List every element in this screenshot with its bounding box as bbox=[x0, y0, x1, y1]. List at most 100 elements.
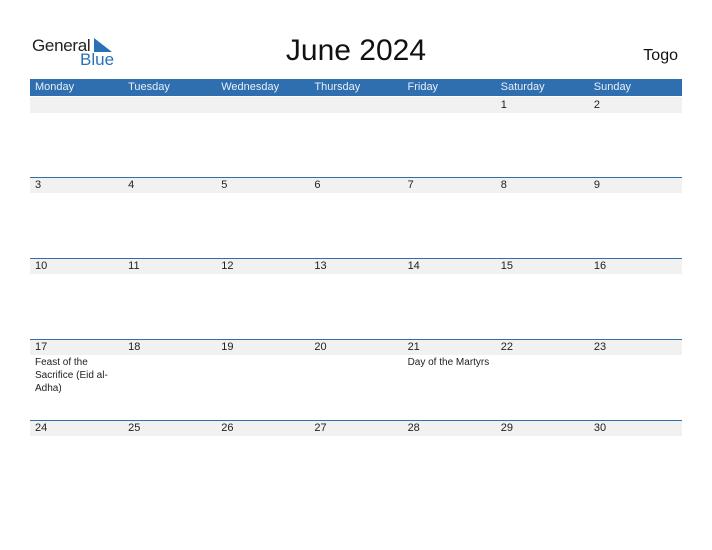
day-cell bbox=[123, 97, 216, 178]
week-row: 10 11 12 13 14 15 16 bbox=[30, 258, 682, 339]
day-number bbox=[314, 97, 402, 113]
day-number: 18 bbox=[128, 341, 141, 353]
holiday-event bbox=[594, 355, 678, 356]
day-cell bbox=[216, 97, 309, 178]
holiday-event bbox=[314, 436, 398, 437]
day-number: 12 bbox=[221, 260, 234, 272]
day-number: 27 bbox=[314, 422, 327, 434]
day-number: 19 bbox=[221, 341, 234, 353]
day-number: 21 bbox=[407, 341, 420, 353]
day-cell: 28 bbox=[403, 420, 496, 501]
holiday-event bbox=[128, 436, 212, 437]
day-cell: 5 bbox=[216, 177, 309, 258]
day-cell: 20 bbox=[309, 339, 402, 420]
holiday-event bbox=[501, 193, 585, 194]
day-cell: 2 bbox=[589, 97, 682, 178]
week-row: 12 bbox=[30, 97, 682, 178]
week-row: 24 25 26 27 28 29 30 bbox=[30, 420, 682, 501]
day-cell bbox=[403, 97, 496, 178]
day-number: 29 bbox=[500, 422, 513, 434]
day-cell: 3 bbox=[30, 177, 123, 258]
holiday-event bbox=[314, 193, 398, 194]
day-number bbox=[408, 97, 496, 113]
day-cell: 19 bbox=[216, 339, 309, 420]
day-number: 23 bbox=[593, 341, 607, 353]
holiday-event bbox=[408, 274, 492, 275]
day-cell bbox=[309, 97, 402, 178]
holiday-event bbox=[501, 436, 585, 437]
day-number: 8 bbox=[500, 179, 507, 191]
day-cell: 1 bbox=[496, 97, 589, 178]
calendar-title: June 2024 bbox=[285, 34, 427, 67]
day-number: 26 bbox=[221, 422, 234, 434]
day-cell: 17 Feast of the Sacrifice (Eid al-Adha) bbox=[30, 339, 123, 420]
day-number: 7 bbox=[407, 179, 414, 191]
day-number: 30 bbox=[593, 422, 607, 434]
day-number: 16 bbox=[593, 260, 607, 272]
holiday-event bbox=[408, 436, 492, 437]
day-cell: 26 bbox=[216, 420, 309, 501]
day-cell: 16 bbox=[589, 258, 682, 339]
day-cell: 27 bbox=[309, 420, 402, 501]
day-number: 22 bbox=[500, 341, 513, 353]
weekday-tuesday: Tuesday bbox=[128, 81, 170, 93]
day-number: 13 bbox=[314, 260, 327, 272]
day-cell: 12 bbox=[216, 258, 309, 339]
day-cell: 23 bbox=[589, 339, 682, 420]
day-cell: 9 bbox=[589, 177, 682, 258]
holiday-event bbox=[221, 193, 305, 194]
day-number: 6 bbox=[314, 179, 321, 191]
holiday-event bbox=[594, 193, 678, 194]
day-cell: 18 bbox=[123, 339, 216, 420]
day-number: 4 bbox=[128, 179, 135, 191]
holiday-event bbox=[594, 436, 678, 437]
holiday-event bbox=[501, 274, 585, 275]
weekday-wednesday: Wednesday bbox=[221, 81, 280, 93]
day-number: 24 bbox=[35, 422, 48, 434]
holiday-event bbox=[221, 274, 305, 275]
holiday-event bbox=[128, 113, 212, 114]
holiday-event bbox=[221, 436, 305, 437]
day-cell: 21 Day of the Martyrs bbox=[403, 339, 496, 420]
holiday-event bbox=[594, 274, 678, 275]
day-cell: 10 bbox=[30, 258, 123, 339]
weekday-sunday: Sunday bbox=[593, 81, 632, 93]
day-number bbox=[128, 97, 216, 113]
day-number: 15 bbox=[500, 260, 513, 272]
day-number: 10 bbox=[35, 260, 48, 272]
holiday-event bbox=[35, 193, 119, 194]
day-cell: 13 bbox=[309, 258, 402, 339]
holiday-event bbox=[501, 113, 585, 114]
day-cell: 25 bbox=[123, 420, 216, 501]
day-cell: 4 bbox=[123, 177, 216, 258]
day-cell: 6 bbox=[309, 177, 402, 258]
holiday-event bbox=[35, 274, 119, 275]
holiday-event bbox=[35, 436, 119, 437]
holiday-event bbox=[221, 113, 305, 114]
day-cell: 7 bbox=[403, 177, 496, 258]
day-number: 25 bbox=[128, 422, 141, 434]
holiday-event bbox=[314, 355, 398, 356]
day-cell: 11 bbox=[123, 258, 216, 339]
day-number: 11 bbox=[128, 260, 140, 272]
day-number: 17 bbox=[35, 341, 48, 353]
day-number bbox=[221, 97, 309, 113]
holiday-event bbox=[128, 193, 212, 194]
day-cell: 24 bbox=[30, 420, 123, 501]
day-cell: 22 bbox=[496, 339, 589, 420]
holiday-event bbox=[35, 113, 119, 114]
day-cell: 15 bbox=[496, 258, 589, 339]
holiday-event bbox=[314, 274, 398, 275]
day-number: 9 bbox=[593, 179, 600, 191]
day-cell: 30 bbox=[589, 420, 682, 501]
holiday-event: Feast of the Sacrifice (Eid al-Adha) bbox=[35, 357, 108, 394]
weekday-header: Monday Tuesday Wednesday Thursday Friday… bbox=[30, 79, 682, 96]
day-number: 20 bbox=[314, 341, 327, 353]
country-label: Togo bbox=[643, 47, 678, 64]
day-number: 1 bbox=[500, 99, 507, 111]
day-number: 14 bbox=[407, 260, 420, 272]
holiday-event bbox=[501, 355, 585, 356]
holiday-event: Day of the Martyrs bbox=[407, 357, 490, 368]
day-number bbox=[35, 97, 123, 113]
weekday-monday: Monday bbox=[35, 81, 75, 93]
